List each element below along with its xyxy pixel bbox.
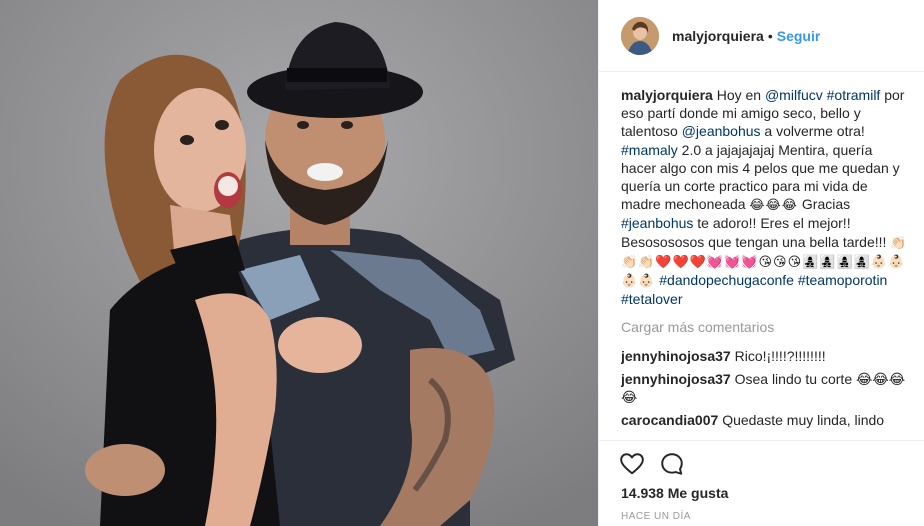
comment-item: jennyhinojosa37 Osea lindo tu corte 😂😂😂😂 [621,370,911,406]
post-photo[interactable] [0,0,598,526]
hashtag-link[interactable]: #jeanbohus [621,215,693,231]
mention-link[interactable]: @milfucv [765,87,823,103]
comment-item: carocandia007 Quedaste muy linda, lindo [621,411,911,429]
hashtag-link[interactable]: #dandopechugaconfe [659,272,794,288]
avatar[interactable] [621,16,659,55]
post-caption: malyjorquiera Hoy en @milfucv #otramilf … [621,86,911,308]
post-header: malyjorquiera • Seguir [599,0,924,72]
caption-text: Gracias [798,196,851,213]
comment-username[interactable]: jennyhinojosa37 [621,348,731,364]
action-icons [619,451,685,477]
hashtag-link[interactable]: #otramilf [827,87,881,103]
comment-text: Rico!¡!!!!?!!!!!!!! [734,347,826,364]
emoji-group: 😂😂😂 [749,197,798,213]
caption-username[interactable]: malyjorquiera [621,87,713,103]
post-actions: 14.938 Me gusta Hace un día [599,440,924,526]
hashtag-link[interactable]: #tetalover [621,291,682,307]
post-timestamp[interactable]: Hace un día [621,511,691,522]
likes-count[interactable]: 14.938 Me gusta [621,485,728,501]
comment-item: jennyhinojosa37 Rico!¡!!!!?!!!!!!!! [621,347,911,365]
caption-text: a volverme otra! [760,123,865,140]
follow-button[interactable]: Seguir [777,28,821,44]
load-more-comments-button[interactable]: Cargar más comentarios [621,318,911,336]
heart-outline-icon[interactable] [619,451,645,477]
header-username[interactable]: malyjorquiera [672,28,764,44]
post-side-panel: malyjorquiera • Seguir malyjorquiera Hoy… [598,0,924,526]
mention-link[interactable]: @jeanbohus [682,123,761,139]
comment-text: Quedaste muy linda, lindo [722,412,885,429]
avatar-image [621,16,659,55]
hashtag-link[interactable]: #mamaly [621,142,678,158]
comment-username[interactable]: jennyhinojosa37 [621,371,731,387]
comment-username[interactable]: carocandia007 [621,412,718,428]
comments-list: malyjorquiera Hoy en @milfucv #otramilf … [621,86,911,440]
post-photo-illustration [0,0,598,526]
speech-bubble-icon[interactable] [659,451,685,477]
instagram-post: malyjorquiera • Seguir malyjorquiera Hoy… [0,0,924,526]
header-separator: • [767,27,773,44]
hashtag-link[interactable]: #teamoporotin [798,272,888,288]
caption-text: Hoy en [712,87,765,103]
